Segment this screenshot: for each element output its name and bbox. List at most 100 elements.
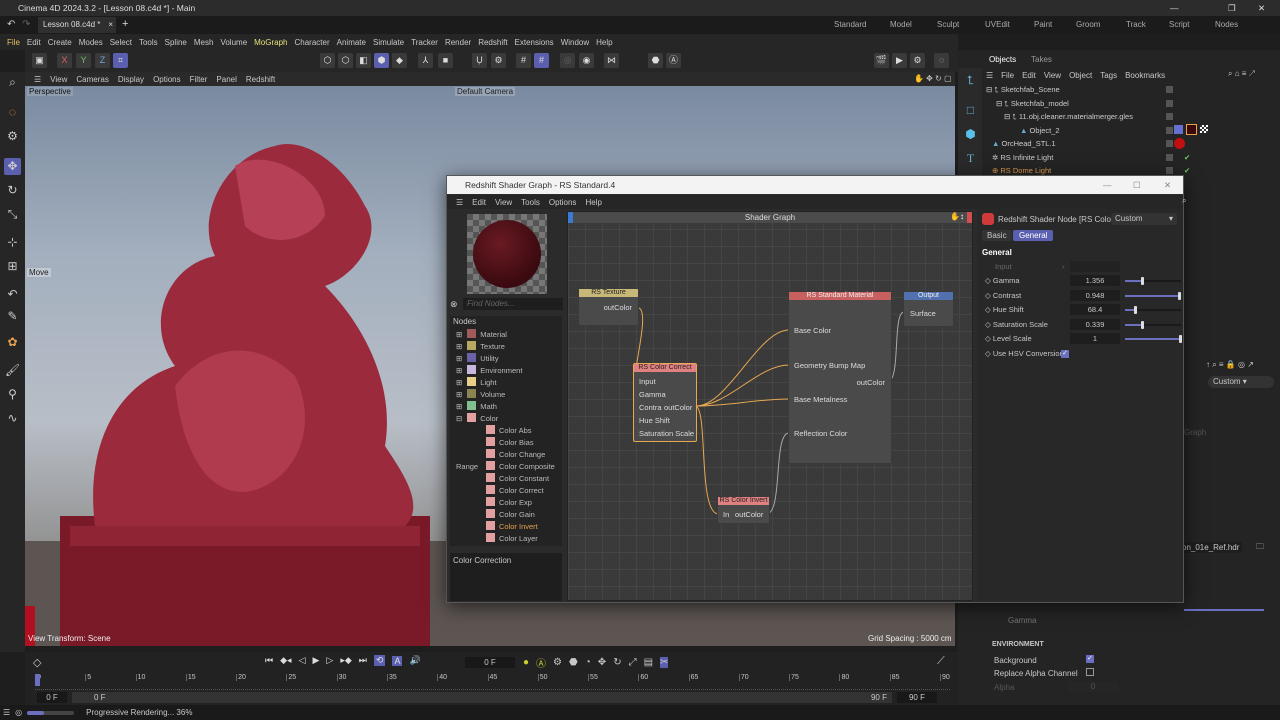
frame-ruler[interactable]: 051015202530354045505560657075808590: [35, 674, 950, 690]
expand-icon[interactable]: ⊞: [456, 366, 462, 375]
layout-sculpt[interactable]: Sculpt: [937, 20, 959, 29]
check-icon[interactable]: ✔: [1184, 151, 1190, 164]
close-button[interactable]: ✕: [1258, 0, 1265, 16]
expand-icon[interactable]: ⊞: [456, 354, 462, 363]
points-mode-icon[interactable]: ⬡: [320, 53, 335, 68]
expand-icon[interactable]: ⊞: [456, 378, 462, 387]
live-select-icon[interactable]: ⚙: [4, 128, 21, 145]
snap-icon[interactable]: Ụ: [472, 53, 487, 68]
menu-modes[interactable]: Modes: [79, 38, 103, 47]
find-nodes-input[interactable]: Find Nodes...: [463, 298, 563, 310]
move-icon[interactable]: ✥: [4, 158, 21, 175]
axis-icon[interactable]: ⅄: [418, 53, 433, 68]
slider-knob[interactable]: [1179, 335, 1182, 343]
keyframe-icon[interactable]: ◇: [985, 305, 993, 314]
maximize-button[interactable]: ☐: [1133, 176, 1141, 194]
node-list-item[interactable]: Color Abs: [456, 425, 532, 437]
slider-knob[interactable]: [1177, 291, 1181, 300]
node-list-item[interactable]: Color Change Range: [456, 449, 562, 471]
node-category[interactable]: ⊞ Material: [456, 329, 507, 341]
node-rs-color-invert[interactable]: RS Color Invert In outColor: [717, 496, 770, 524]
tree-item[interactable]: ✲ RS Infinite Light ✔: [984, 151, 1279, 164]
port-out[interactable]: outColor: [857, 378, 885, 387]
vp-menu-options[interactable]: Options: [153, 75, 181, 84]
node-rs-texture[interactable]: RS Texture outColor: [578, 288, 639, 326]
end-frame-field[interactable]: 90 F: [897, 692, 937, 703]
minimize-button[interactable]: —: [1170, 0, 1179, 16]
node-list-item[interactable]: Color Exp: [456, 497, 532, 509]
node-category[interactable]: ⊞ Texture: [456, 341, 505, 353]
node-category[interactable]: ⊞ Volume: [456, 389, 505, 401]
param-slider[interactable]: [1125, 320, 1181, 329]
render-region-icon[interactable]: ◎: [560, 53, 575, 68]
port-in[interactable]: Surface: [910, 309, 936, 318]
node-list-item[interactable]: Color Constant: [456, 473, 549, 485]
play-icon[interactable]: ▶: [312, 655, 319, 666]
menu-redshift[interactable]: Redshift: [478, 38, 507, 47]
menu-mesh[interactable]: Mesh: [194, 38, 214, 47]
auto-keyframe-icon[interactable]: A: [392, 655, 403, 666]
text-spline-icon[interactable]: T: [962, 150, 979, 167]
hsv-checkbox[interactable]: ✓: [1061, 350, 1069, 358]
edges-mode-icon[interactable]: ⬡: [338, 53, 353, 68]
tab-basic[interactable]: Basic: [982, 230, 1012, 241]
playhead[interactable]: [35, 674, 40, 686]
obj-menu-bookmarks[interactable]: Bookmarks: [1125, 71, 1165, 80]
vp-menu-panel[interactable]: Panel: [216, 75, 236, 84]
sound-icon[interactable]: 🔊: [409, 655, 420, 666]
node-category[interactable]: ⊟ Color: [456, 413, 498, 425]
node-output[interactable]: Output Surface: [903, 291, 954, 327]
checker-tag-icon[interactable]: [1200, 124, 1208, 133]
vp-menu-view[interactable]: View: [50, 75, 67, 84]
alpha-field[interactable]: 0: [1068, 682, 1118, 692]
param-value-field[interactable]: 1.356: [1070, 275, 1120, 286]
menu-edit[interactable]: Edit: [27, 38, 41, 47]
preset-dropdown[interactable]: Custom ▾: [1111, 213, 1177, 225]
menu-mograph[interactable]: MoGraph: [254, 38, 287, 47]
hamburger-icon[interactable]: ☰: [456, 198, 463, 207]
camera-label[interactable]: Default Camera: [455, 87, 516, 96]
search-icon[interactable]: ⌕: [1182, 196, 1186, 206]
sh-menu-options[interactable]: Options: [549, 198, 577, 207]
expand-icon[interactable]: ⊞: [456, 390, 462, 399]
attr-preset-dropdown[interactable]: Custom ▾: [1208, 376, 1274, 388]
brush-icon[interactable]: 🖌: [4, 362, 21, 379]
tab-general[interactable]: General: [1013, 230, 1054, 241]
input-link-field[interactable]: [1070, 261, 1120, 272]
slider-knob[interactable]: [1134, 306, 1138, 314]
node-list-item[interactable]: Color Composite: [456, 461, 555, 473]
port-in[interactable]: Geometry Bump Map: [794, 361, 865, 370]
tree-item[interactable]: ⊟ ⮤ 11.obj.cleaner.materialmerger.gles: [984, 110, 1279, 123]
rectangle-spline-icon[interactable]: □: [962, 102, 979, 119]
layout-script[interactable]: Script: [1169, 20, 1189, 29]
menu-tracker[interactable]: Tracker: [411, 38, 438, 47]
node-list-item[interactable]: Color Layer: [456, 533, 538, 545]
node-list-item[interactable]: Color Correct: [456, 485, 544, 497]
viewport-solo-icon[interactable]: ▣: [32, 53, 47, 68]
replace-alpha-checkbox[interactable]: [1086, 668, 1094, 676]
obj-menu-file[interactable]: File: [1001, 71, 1014, 80]
knife-icon[interactable]: ✎: [4, 308, 21, 325]
rotate-icon[interactable]: ↻: [4, 182, 21, 199]
scale-key-icon[interactable]: ⤢: [629, 657, 637, 668]
keyframe-icon[interactable]: ◇: [985, 320, 993, 329]
vp-menu-cameras[interactable]: Cameras: [76, 75, 108, 84]
slider-knob[interactable]: [1141, 277, 1145, 285]
node-list-item[interactable]: Color Gain: [456, 509, 535, 521]
tree-item[interactable]: ▲ Object_2: [984, 123, 1279, 137]
port-in[interactable]: Base Metalness: [794, 395, 847, 404]
layout-nodes[interactable]: Nodes: [1215, 20, 1238, 29]
render-settings-icon[interactable]: ⚙: [910, 53, 925, 68]
null-object-icon[interactable]: ⮤: [962, 72, 979, 89]
slider-fill[interactable]: [1184, 609, 1264, 611]
layout-uvedit[interactable]: UVEdit: [985, 20, 1010, 29]
port-out[interactable]: outColor: [604, 303, 632, 312]
redshift-ipr-icon[interactable]: ◌: [934, 53, 949, 68]
document-tab[interactable]: Lesson 08.c4d * ×: [38, 17, 116, 33]
lock-z-button[interactable]: Z: [95, 53, 110, 68]
obj-menu-tags[interactable]: Tags: [1100, 71, 1117, 80]
menu-extensions[interactable]: Extensions: [515, 38, 554, 47]
param-value-field[interactable]: 68.4: [1070, 304, 1120, 315]
go-start-icon[interactable]: ⏮: [265, 655, 273, 666]
param-slider[interactable]: [1125, 335, 1182, 343]
